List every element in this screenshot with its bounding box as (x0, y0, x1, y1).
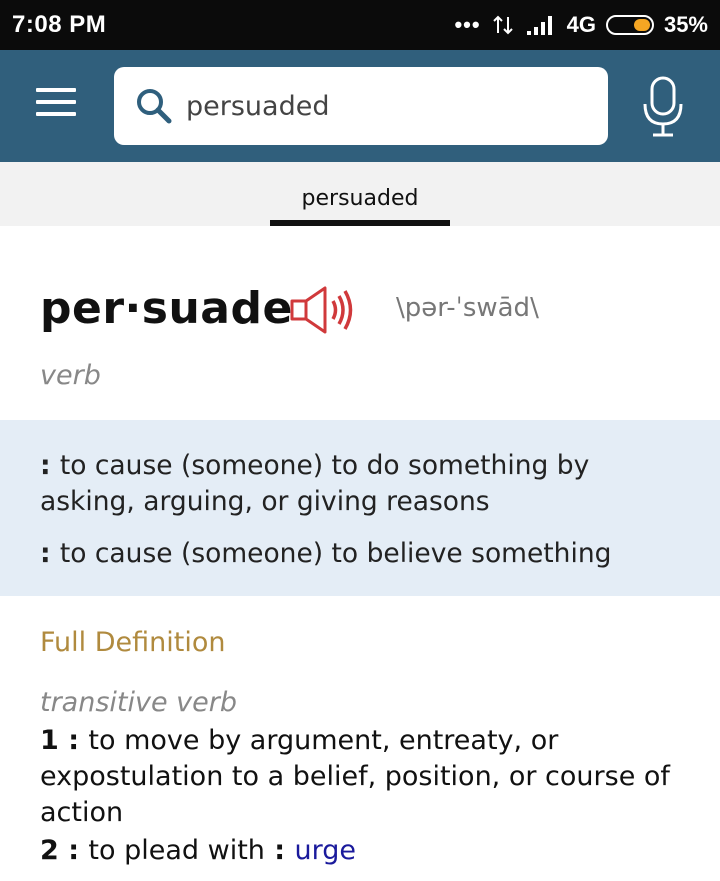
status-bar: 7:08 PM ••• 4G 35% (0, 0, 720, 50)
short-definition-item: : to cause (someone) to do something by … (40, 450, 590, 517)
short-definition-text: to cause (someone) to do something by as… (40, 450, 590, 517)
full-definition: transitive verb 1 : to move by argument,… (40, 685, 700, 869)
active-tab-indicator (270, 220, 450, 226)
sense-text: to plead with (88, 835, 265, 866)
signal-icon (526, 16, 552, 35)
sense-number: 2 (40, 835, 59, 866)
part-of-speech: verb (40, 360, 101, 391)
speaker-audio-icon (290, 286, 353, 334)
synonym-link[interactable]: urge (295, 835, 357, 866)
headword: per·suade (40, 283, 293, 334)
search-icon (137, 89, 172, 124)
notification-dots-icon: ••• (454, 12, 481, 37)
sense-item: 1 : to move by argument, entreaty, or ex… (40, 725, 670, 828)
sense-item: 2 : to plead with : urge (40, 835, 357, 866)
battery-icon (605, 15, 654, 35)
data-transfer-icon (492, 15, 513, 35)
pronunciation-audio-button[interactable] (289, 285, 355, 335)
tab-strip: persuaded (0, 162, 720, 226)
app-bar (0, 50, 720, 162)
tab-persuaded[interactable]: persuaded (270, 162, 450, 226)
full-definition-heading: Full Definition (40, 627, 226, 658)
short-definition-text: to cause (someone) to believe something (59, 538, 612, 569)
sense-text: to move by argument, entreaty, or expost… (40, 725, 670, 828)
sense-number: 1 (40, 725, 59, 756)
mic-button[interactable] (640, 74, 686, 140)
search-box[interactable] (114, 67, 608, 145)
menu-button[interactable] (36, 88, 76, 122)
battery-percent: 35% (663, 12, 708, 37)
short-definition-item: : to cause (someone) to believe somethin… (40, 538, 612, 569)
short-definitions: : to cause (someone) to do something by … (0, 420, 720, 596)
status-time: 7:08 PM (12, 11, 107, 38)
microphone-icon (643, 76, 683, 137)
pronunciation: \pər-ˈswād\ (396, 293, 539, 323)
hamburger-menu-icon (36, 88, 76, 92)
verb-type-label: transitive verb (40, 687, 238, 718)
status-icons: ••• 4G 35% (454, 12, 708, 38)
network-type: 4G (566, 12, 596, 37)
search-input[interactable] (186, 90, 586, 122)
